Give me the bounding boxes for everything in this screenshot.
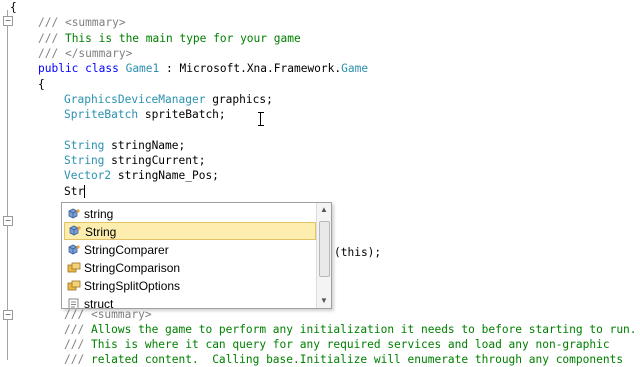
code-line-2: /// <summary>: [38, 16, 126, 29]
collapse-summary-2-icon[interactable]: −: [3, 310, 13, 320]
class-icon: [68, 225, 82, 237]
outline-gutter: − − −: [0, 0, 14, 360]
class-icon: [67, 207, 81, 219]
code-line-8: SpriteBatch spriteBatch;: [64, 108, 226, 121]
code-line-6: {: [38, 78, 45, 91]
enum-icon: [67, 279, 81, 291]
code-line-12-typing: Str: [64, 185, 85, 198]
code-line-this: (this);: [334, 246, 382, 259]
code-line-9: String stringName;: [64, 139, 186, 152]
collapse-summary-icon[interactable]: −: [3, 16, 13, 26]
outline-guide-line: [7, 10, 8, 360]
code-line-1: {: [10, 1, 17, 14]
popup-scrollbar[interactable]: ▲ ▼: [316, 203, 331, 308]
completion-item-stringsplitoptions[interactable]: StringSplitOptions: [64, 276, 316, 294]
completion-item-stringcomparison[interactable]: StringComparison: [64, 258, 316, 276]
scroll-thumb[interactable]: [319, 221, 330, 277]
code-line-10: String stringCurrent;: [64, 154, 206, 167]
completion-item-stringcomparer[interactable]: StringComparer: [64, 240, 316, 258]
completion-item-string-selected[interactable]: String: [64, 222, 316, 240]
scroll-down-arrow-icon[interactable]: ▼: [317, 294, 331, 308]
code-line-summary-open: /// <summary>: [64, 308, 152, 321]
code-line-5: public class Game1 : Microsoft.Xna.Frame…: [38, 62, 369, 75]
completion-item-string-lower[interactable]: string: [64, 204, 316, 222]
code-line-4: /// </summary>: [38, 47, 133, 60]
code-line-3: /// This is the main type for your game: [38, 32, 301, 45]
keyword-icon: [67, 297, 81, 308]
text-caret: [84, 185, 85, 198]
code-line-comment-2: /// This is where it can query for any r…: [64, 338, 610, 351]
code-line-comment-1: /// Allows the game to perform any initi…: [64, 323, 637, 336]
code-line-11: Vector2 stringName_Pos;: [64, 169, 219, 182]
collapse-block-icon[interactable]: −: [3, 216, 13, 226]
completion-item-struct[interactable]: struct: [64, 294, 316, 308]
intellisense-popup[interactable]: string String StringComparer StringCompa…: [61, 202, 332, 309]
code-line-7: GraphicsDeviceManager graphics;: [64, 93, 273, 106]
class-icon: [67, 243, 81, 255]
enum-icon: [67, 261, 81, 273]
ibeam-cursor-icon: [258, 112, 264, 126]
scroll-up-arrow-icon[interactable]: ▲: [317, 203, 331, 217]
